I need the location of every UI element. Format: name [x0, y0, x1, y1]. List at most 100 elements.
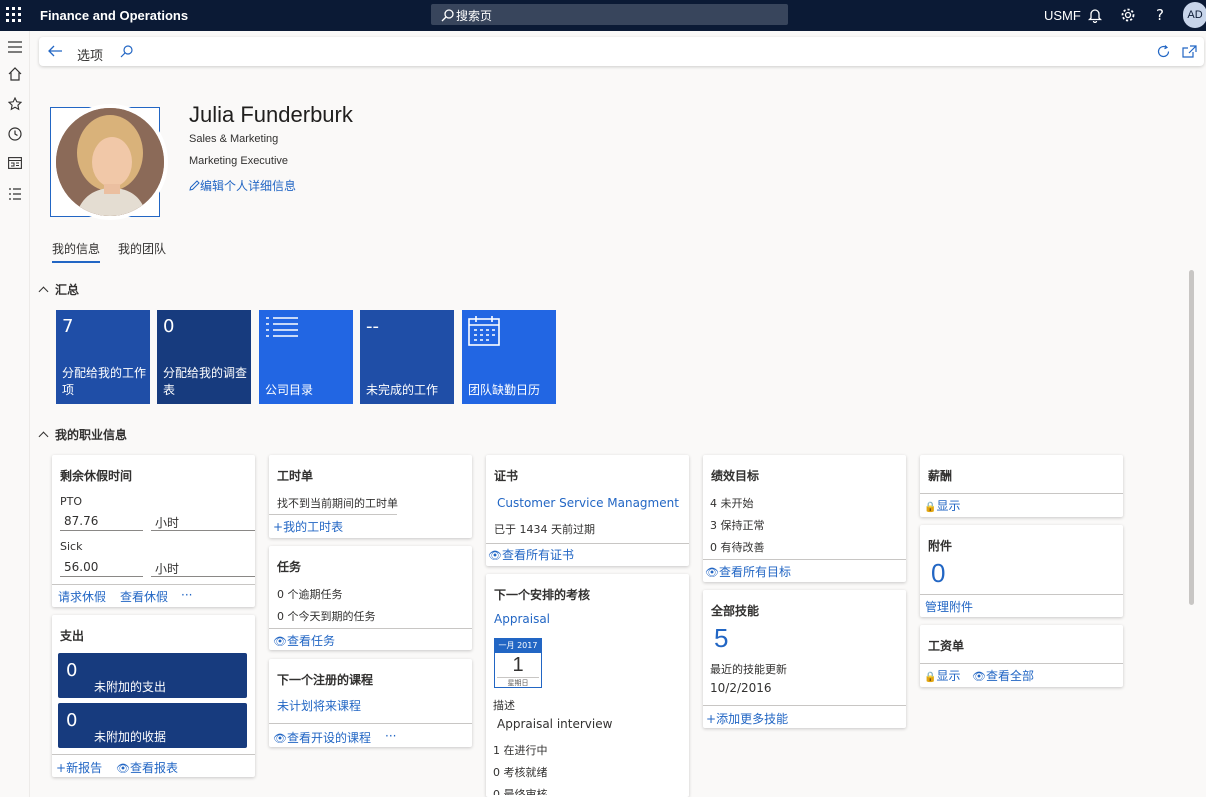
home-icon[interactable] — [8, 67, 22, 81]
manage-attachments-link[interactable]: 管理附件 — [925, 598, 973, 615]
review-name-link[interactable]: Appraisal — [494, 612, 550, 626]
back-arrow-icon[interactable] — [48, 45, 63, 57]
gear-icon[interactable] — [1120, 7, 1136, 23]
tile-company-directory[interactable]: 公司目录 — [259, 310, 353, 404]
recent-clock-icon[interactable] — [8, 127, 22, 141]
attachments-count[interactable]: 0 — [931, 558, 945, 589]
divider — [703, 705, 906, 706]
edit-label: 编辑个人详细信息 — [200, 179, 297, 193]
workspaces-icon[interactable] — [8, 157, 22, 169]
find-search-icon[interactable] — [120, 45, 133, 58]
link-label: 显示 — [936, 669, 961, 683]
calendar-day: 1 — [512, 654, 524, 676]
ready-text: 0 考核就绪 — [493, 766, 548, 779]
view-all-payslips-link[interactable]: 👁查看全部 — [972, 667, 1034, 684]
app-launcher-icon[interactable] — [6, 7, 22, 23]
calendar-weekday: 星期日 — [497, 677, 539, 688]
career-section-header[interactable]: 我的职业信息 — [38, 426, 128, 443]
card-title: 薪酬 — [928, 469, 953, 483]
more-options-icon[interactable]: ··· — [181, 588, 192, 602]
lock-icon: 🔒 — [924, 672, 937, 683]
tile-count: 0 — [66, 710, 78, 731]
tab-my-team[interactable]: 我的团队 — [118, 240, 166, 257]
card-title: 支出 — [60, 629, 85, 643]
eye-icon: 👁 — [488, 549, 502, 562]
divider — [52, 754, 255, 755]
view-all-goals-link[interactable]: 👁查看所有目标 — [705, 563, 791, 580]
overdue-tasks-text: 0 个逾期任务 — [277, 588, 343, 601]
summary-section-header[interactable]: 汇总 — [38, 281, 79, 298]
tile-count: 7 — [62, 316, 74, 337]
field-underline — [60, 530, 143, 531]
divider — [269, 628, 472, 629]
tile-team-absence-calendar[interactable]: 团队缺勤日历 — [462, 310, 556, 404]
eye-icon: 👁 — [705, 566, 719, 579]
card-title: 工时单 — [277, 469, 314, 483]
list-icon — [266, 317, 298, 337]
refresh-icon[interactable] — [1156, 44, 1171, 59]
sick-label: Sick — [60, 540, 83, 553]
performance-goals-card: 绩效目标 4 未开始 3 保持正常 0 有待改善 👁查看所有目标 — [703, 455, 906, 582]
more-options-icon[interactable]: ··· — [385, 729, 396, 743]
company-selector[interactable]: USMF — [1044, 8, 1081, 23]
card-title: 绩效目标 — [711, 469, 760, 483]
card-title: 任务 — [277, 560, 302, 574]
search-label: 搜索页 — [456, 9, 493, 23]
new-report-link[interactable]: +新报告 — [56, 759, 102, 776]
unattached-expenses-tile[interactable]: 0 未附加的支出 — [58, 653, 247, 698]
tile-incomplete-work[interactable]: -- 未完成的工作 — [360, 310, 454, 404]
eye-icon: 👁 — [273, 635, 287, 648]
divider — [269, 514, 397, 515]
search-box[interactable]: 搜索页 — [431, 4, 788, 25]
leave-balance-card: 剩余休假时间 PTO 87.76 小时 Sick 56.00 小时 请求休假 查… — [52, 455, 255, 607]
show-compensation-link[interactable]: 🔒显示 — [924, 497, 960, 514]
view-all-certificates-link[interactable]: 👁查看所有证书 — [488, 546, 574, 563]
unattached-receipts-tile[interactable]: 0 未附加的收据 — [58, 703, 247, 748]
link-label: 显示 — [936, 499, 961, 513]
view-courses-link[interactable]: 👁查看开设的课程 — [273, 729, 371, 746]
sick-unit: 小时 — [155, 562, 180, 576]
request-leave-link[interactable]: 请求休假 — [58, 588, 106, 605]
on-track-text: 3 保持正常 — [710, 519, 765, 532]
calendar-month: 一月 2017 — [495, 639, 541, 653]
lock-icon: 🔒 — [924, 502, 937, 513]
tile-label: 公司目录 — [265, 383, 314, 397]
eye-icon: 👁 — [116, 762, 130, 775]
pto-value: 87.76 — [64, 514, 99, 528]
section-title: 我的职业信息 — [55, 428, 128, 442]
my-timesheets-link[interactable]: +我的工时表 — [273, 518, 343, 535]
view-reports-link[interactable]: 👁查看报表 — [116, 759, 178, 776]
user-avatar[interactable]: AD — [1183, 2, 1206, 28]
expense-card: 支出 0 未附加的支出 0 未附加的收据 +新报告 👁查看报表 — [52, 615, 255, 777]
help-icon[interactable]: ? — [1156, 6, 1164, 24]
card-title: 全部技能 — [711, 604, 760, 618]
tile-label: 未附加的支出 — [94, 680, 167, 694]
pto-label: PTO — [60, 495, 83, 508]
tab-my-info[interactable]: 我的信息 — [52, 240, 101, 263]
card-title: 剩余休假时间 — [60, 469, 133, 483]
tile-label: 未附加的收据 — [94, 730, 167, 744]
view-leave-link[interactable]: 查看休假 — [120, 588, 168, 605]
view-tasks-link[interactable]: 👁查看任务 — [273, 632, 335, 649]
link-label: 我的工时表 — [283, 520, 344, 534]
show-payslip-link[interactable]: 🔒显示 — [924, 667, 960, 684]
skills-count[interactable]: 5 — [714, 623, 728, 654]
certificate-name-link[interactable]: Customer Service Managment — [497, 496, 679, 510]
add-more-skills-link[interactable]: +添加更多技能 — [706, 710, 788, 727]
card-title: 附件 — [928, 539, 953, 553]
modules-list-icon[interactable] — [8, 187, 22, 201]
link-label: 查看任务 — [286, 634, 335, 648]
compensation-card: 薪酬 🔒显示 — [920, 455, 1123, 517]
bell-icon[interactable] — [1088, 7, 1102, 23]
open-new-window-icon[interactable] — [1182, 45, 1197, 58]
tile-assigned-questionnaires[interactable]: 0 分配给我的调查表 — [157, 310, 251, 404]
favorites-star-icon[interactable] — [8, 97, 22, 111]
vertical-scrollbar[interactable] — [1189, 270, 1194, 605]
top-navigation-bar: Finance and Operations 搜索页 USMF ? AD — [0, 0, 1206, 31]
hamburger-menu-icon[interactable] — [8, 41, 22, 53]
eye-icon: 👁 — [972, 670, 986, 683]
edit-personal-details-link[interactable]: 编辑个人详细信息 — [189, 177, 296, 194]
tile-assigned-work-items[interactable]: 7 分配给我的工作项 — [56, 310, 150, 404]
divider — [52, 584, 255, 585]
certificates-card: 证书 Customer Service Managment 已于 1434 天前… — [486, 455, 689, 566]
